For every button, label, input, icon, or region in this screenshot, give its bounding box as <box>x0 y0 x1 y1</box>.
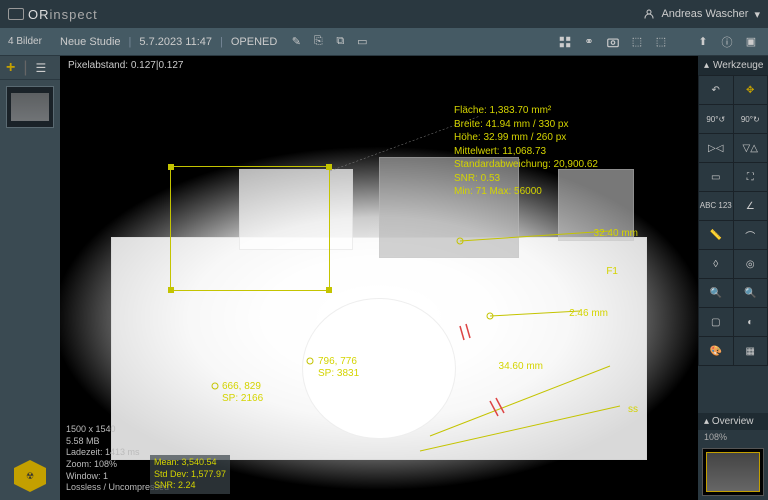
pixel-distance: Pixelabstand: 0.127|0.127 <box>68 60 183 71</box>
sidebar: + | ☰ ☢ <box>0 56 60 500</box>
user-icon <box>643 8 655 20</box>
grid-tool[interactable]: ▦ <box>734 337 768 365</box>
rectangle-tool[interactable]: ▭ <box>699 163 733 191</box>
point-1[interactable]: 796, 776SP: 3831 <box>318 356 359 380</box>
angle-tool[interactable]: ∠ <box>734 192 768 220</box>
user-menu[interactable]: Andreas Wascher ▾ <box>643 8 760 21</box>
measurement-1[interactable]: 32.40 mm <box>594 228 638 239</box>
radiation-icon: ☢ <box>14 460 46 492</box>
study-name[interactable]: Neue Studie <box>60 36 121 48</box>
app-logo: ORinspect <box>8 7 98 22</box>
edit-icon[interactable]: ✎ <box>289 35 303 49</box>
roi-stats: Fläche: 1,383.70 mm² Breite: 41.94 mm / … <box>454 104 598 199</box>
arc-tool[interactable]: ⌒ <box>734 221 768 249</box>
copy-icon[interactable]: ⎘ <box>311 35 325 49</box>
add-button[interactable]: + <box>6 59 15 77</box>
upload-icon[interactable]: ⬆ <box>694 33 712 51</box>
palette-tool[interactable]: 🎨 <box>699 337 733 365</box>
measurement-4[interactable]: ss <box>628 404 638 415</box>
user-name: Andreas Wascher <box>661 8 748 20</box>
layers-icon[interactable]: ▣ <box>742 33 760 51</box>
image-viewport[interactable]: Pixelabstand: 0.127|0.127 <box>60 56 698 500</box>
camera-icon[interactable] <box>604 33 622 51</box>
tools-panel-header[interactable]: ▴Werkzeuge <box>698 56 768 75</box>
rotate-left-tool[interactable]: 90°↺ <box>699 105 733 133</box>
flip-v-tool[interactable]: ▽△ <box>734 134 768 162</box>
image-count: 4 Bilder <box>8 36 60 47</box>
measurement-2[interactable]: 2.46 mm <box>569 308 608 319</box>
overview-thumbnail[interactable] <box>702 448 764 496</box>
duplicate-icon[interactable]: ⧉ <box>333 35 347 49</box>
contrast-tool[interactable]: ◐ <box>734 308 768 336</box>
flip-h-tool[interactable]: ▷◁ <box>699 134 733 162</box>
undo-tool[interactable]: ↶ <box>699 76 733 104</box>
ruler-tool[interactable]: 📏 <box>699 221 733 249</box>
measurement-3[interactable]: 34.60 mm <box>499 361 543 372</box>
target-tool[interactable]: ◎ <box>734 250 768 278</box>
move-tool[interactable]: ✥ <box>734 76 768 104</box>
settings-icon[interactable]: ⬚ <box>652 33 670 51</box>
chevron-down-icon: ▾ <box>754 8 760 21</box>
overview-panel-header[interactable]: ▴ Overview <box>698 413 768 430</box>
zoom-in-tool[interactable]: 🔍 <box>699 279 733 307</box>
thumbnail-1[interactable] <box>6 86 54 128</box>
crop-tool[interactable]: ▢ <box>699 308 733 336</box>
window-icon[interactable]: ▭ <box>355 35 369 49</box>
logo-icon <box>8 8 24 20</box>
rotate-right-tool[interactable]: 90°↻ <box>734 105 768 133</box>
tool-palette: ↶ ✥ 90°↺ 90°↻ ▷◁ ▽△ ▭ ⛶ ABC 123 ∠ 📏 ⌒ ◊ … <box>698 75 768 366</box>
fullscreen-tool[interactable]: ⛶ <box>734 163 768 191</box>
zoom-out-tool[interactable]: 🔍 <box>734 279 768 307</box>
overview-zoom: 108% <box>698 430 768 444</box>
info-icon[interactable]: ⓘ <box>718 33 736 51</box>
link-icon[interactable]: ⚭ <box>580 33 598 51</box>
label-f1[interactable]: F1 <box>606 266 618 277</box>
text-tool[interactable]: ABC 123 <box>699 192 733 220</box>
study-status: OPENED <box>231 36 277 48</box>
image-stats: Mean: 3,540.54 Std Dev: 1,577.97 SNR: 2.… <box>150 455 230 494</box>
study-date: 5.7.2023 11:47 <box>139 36 212 48</box>
grid-view-icon[interactable] <box>556 33 574 51</box>
point-2[interactable]: 666, 829SP: 2166 <box>222 381 263 405</box>
list-icon[interactable]: ☰ <box>36 61 47 75</box>
eraser-tool[interactable]: ◊ <box>699 250 733 278</box>
export-icon[interactable]: ⬚ <box>628 33 646 51</box>
